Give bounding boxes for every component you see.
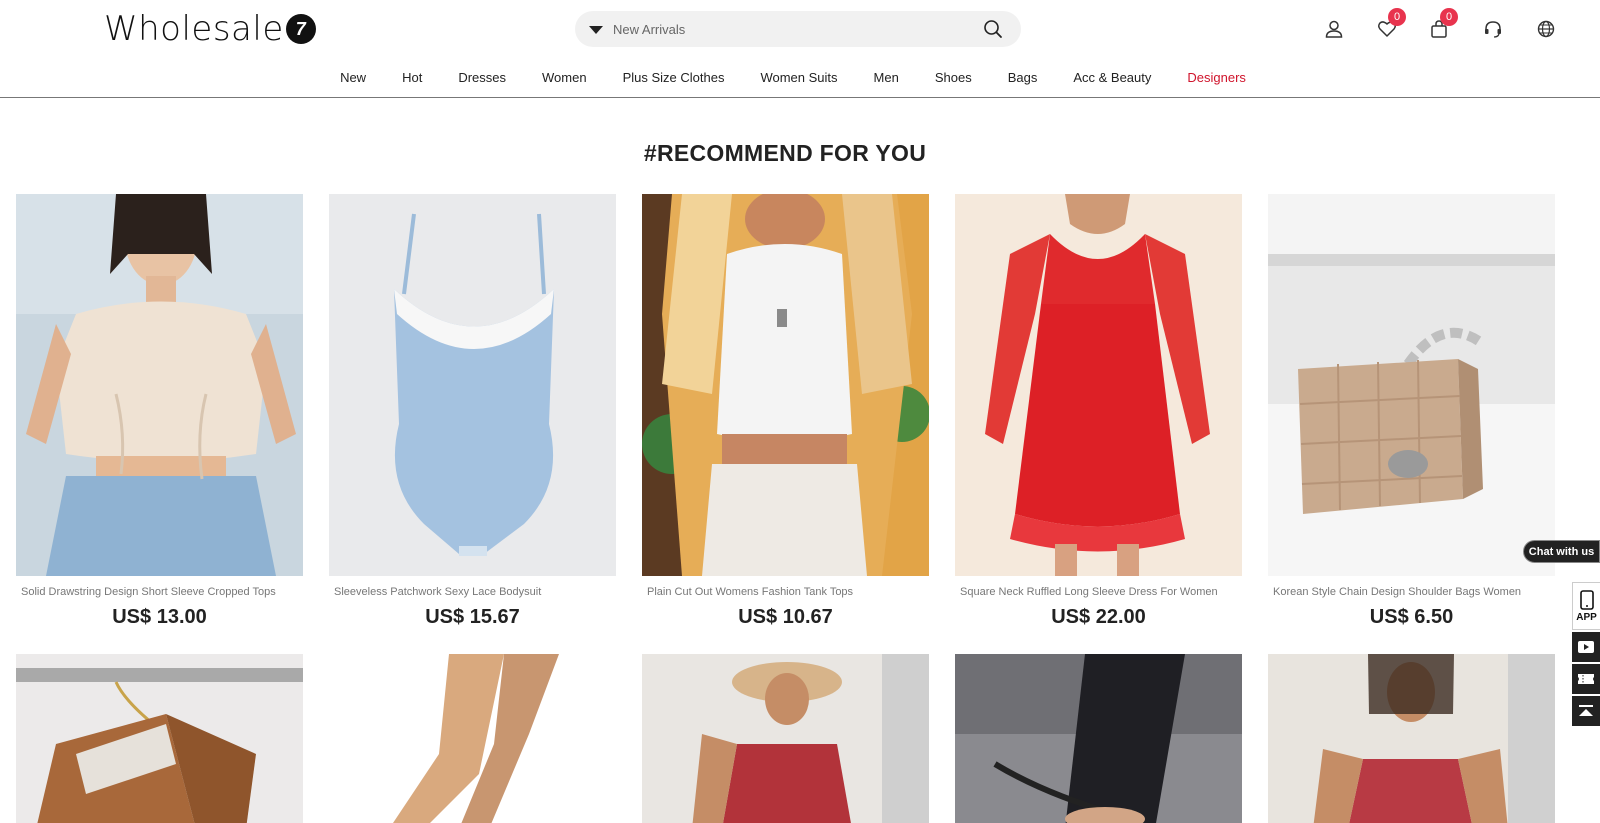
product-price: US$ 10.67	[738, 606, 833, 628]
nav-item-dresses[interactable]: Dresses	[440, 66, 524, 90]
product-price: US$ 22.00	[1051, 606, 1146, 628]
search-input[interactable]	[613, 14, 973, 44]
coupon-ticket-icon	[1578, 674, 1594, 684]
product-image[interactable]	[329, 194, 616, 576]
product-image[interactable]	[955, 194, 1242, 576]
nav-item-shoes[interactable]: Shoes	[917, 66, 990, 90]
product-image[interactable]	[955, 654, 1242, 823]
back-to-top-button[interactable]	[1572, 694, 1600, 726]
arrow-up-icon	[1579, 705, 1593, 716]
language-globe-icon[interactable]	[1535, 18, 1557, 40]
nav-item-acc-beauty[interactable]: Acc & Beauty	[1055, 66, 1169, 90]
product-image[interactable]	[16, 194, 303, 576]
product-card[interactable]	[1268, 654, 1555, 823]
product-card[interactable]	[329, 654, 616, 823]
floating-sidebar: APP	[1572, 582, 1600, 726]
search-category-dropdown-icon[interactable]	[589, 26, 603, 34]
product-card[interactable]: Sleeveless Patchwork Sexy Lace Bodysuit …	[329, 194, 616, 629]
wishlist-count-badge: 0	[1388, 8, 1406, 26]
video-button[interactable]	[1572, 630, 1600, 662]
nav-item-women-suits[interactable]: Women Suits	[742, 66, 855, 90]
product-image[interactable]	[642, 194, 929, 576]
cart-icon[interactable]: 0	[1428, 8, 1458, 40]
coupon-button[interactable]	[1572, 662, 1600, 694]
product-image[interactable]	[1268, 194, 1555, 576]
nav-item-bags[interactable]: Bags	[990, 66, 1056, 90]
main-nav: New Hot Dresses Women Plus Size Clothes Women…	[0, 66, 1600, 90]
nav-item-designers[interactable]: Designers	[1169, 66, 1264, 90]
nav-item-plus-size-clothes[interactable]: Plus Size Clothes	[605, 66, 743, 90]
wishlist-icon[interactable]: 0	[1376, 8, 1406, 40]
account-icon[interactable]	[1323, 18, 1345, 40]
video-play-icon	[1578, 641, 1594, 653]
product-card[interactable]: Square Neck Ruffled Long Sleeve Dress Fo…	[955, 194, 1242, 629]
product-title[interactable]: Square Neck Ruffled Long Sleeve Dress Fo…	[955, 586, 1242, 598]
nav-item-women[interactable]: Women	[524, 66, 605, 90]
section-title: #RECOMMEND FOR YOU	[643, 140, 927, 166]
product-price: US$ 13.00	[112, 606, 207, 628]
product-price: US$ 6.50	[1369, 606, 1454, 628]
product-title[interactable]: Korean Style Chain Design Shoulder Bags …	[1268, 586, 1555, 598]
chat-with-us-button[interactable]: Chat with us	[1523, 540, 1600, 563]
product-title[interactable]: Plain Cut Out Womens Fashion Tank Tops	[642, 586, 929, 598]
product-card[interactable]: Plain Cut Out Womens Fashion Tank Tops U…	[642, 194, 929, 629]
logo-text: Wholesale	[104, 9, 284, 49]
product-image[interactable]	[642, 654, 929, 823]
product-card[interactable]: Solid Drawstring Design Short Sleeve Cro…	[16, 194, 303, 629]
product-card[interactable]	[955, 654, 1242, 823]
product-price: US$ 15.67	[425, 606, 520, 628]
product-title[interactable]: Sleeveless Patchwork Sexy Lace Bodysuit	[329, 586, 616, 598]
product-card[interactable]: Korean Style Chain Design Shoulder Bags …	[1268, 194, 1555, 629]
product-title[interactable]: Solid Drawstring Design Short Sleeve Cro…	[16, 586, 303, 598]
product-card[interactable]	[16, 654, 303, 823]
search-icon[interactable]	[983, 19, 1003, 39]
nav-item-men[interactable]: Men	[856, 66, 917, 90]
site-logo[interactable]: Wholesale 7	[104, 10, 316, 48]
logo-badge: 7	[285, 14, 316, 44]
product-image[interactable]	[329, 654, 616, 823]
product-image[interactable]	[1268, 654, 1555, 823]
phone-icon	[1579, 589, 1594, 610]
app-label: APP	[1576, 611, 1597, 623]
product-image[interactable]	[16, 654, 303, 823]
cart-count-badge: 0	[1440, 8, 1458, 26]
customer-service-icon[interactable]	[1482, 18, 1504, 40]
nav-item-hot[interactable]: Hot	[384, 66, 440, 90]
nav-item-new[interactable]: New	[322, 66, 384, 90]
site-header: Wholesale 7 0 0 NewHotDressesWomenPlus S…	[0, 0, 1600, 98]
product-card[interactable]	[642, 654, 929, 823]
app-download-button[interactable]: APP	[1572, 582, 1600, 630]
search-bar	[575, 11, 1021, 47]
